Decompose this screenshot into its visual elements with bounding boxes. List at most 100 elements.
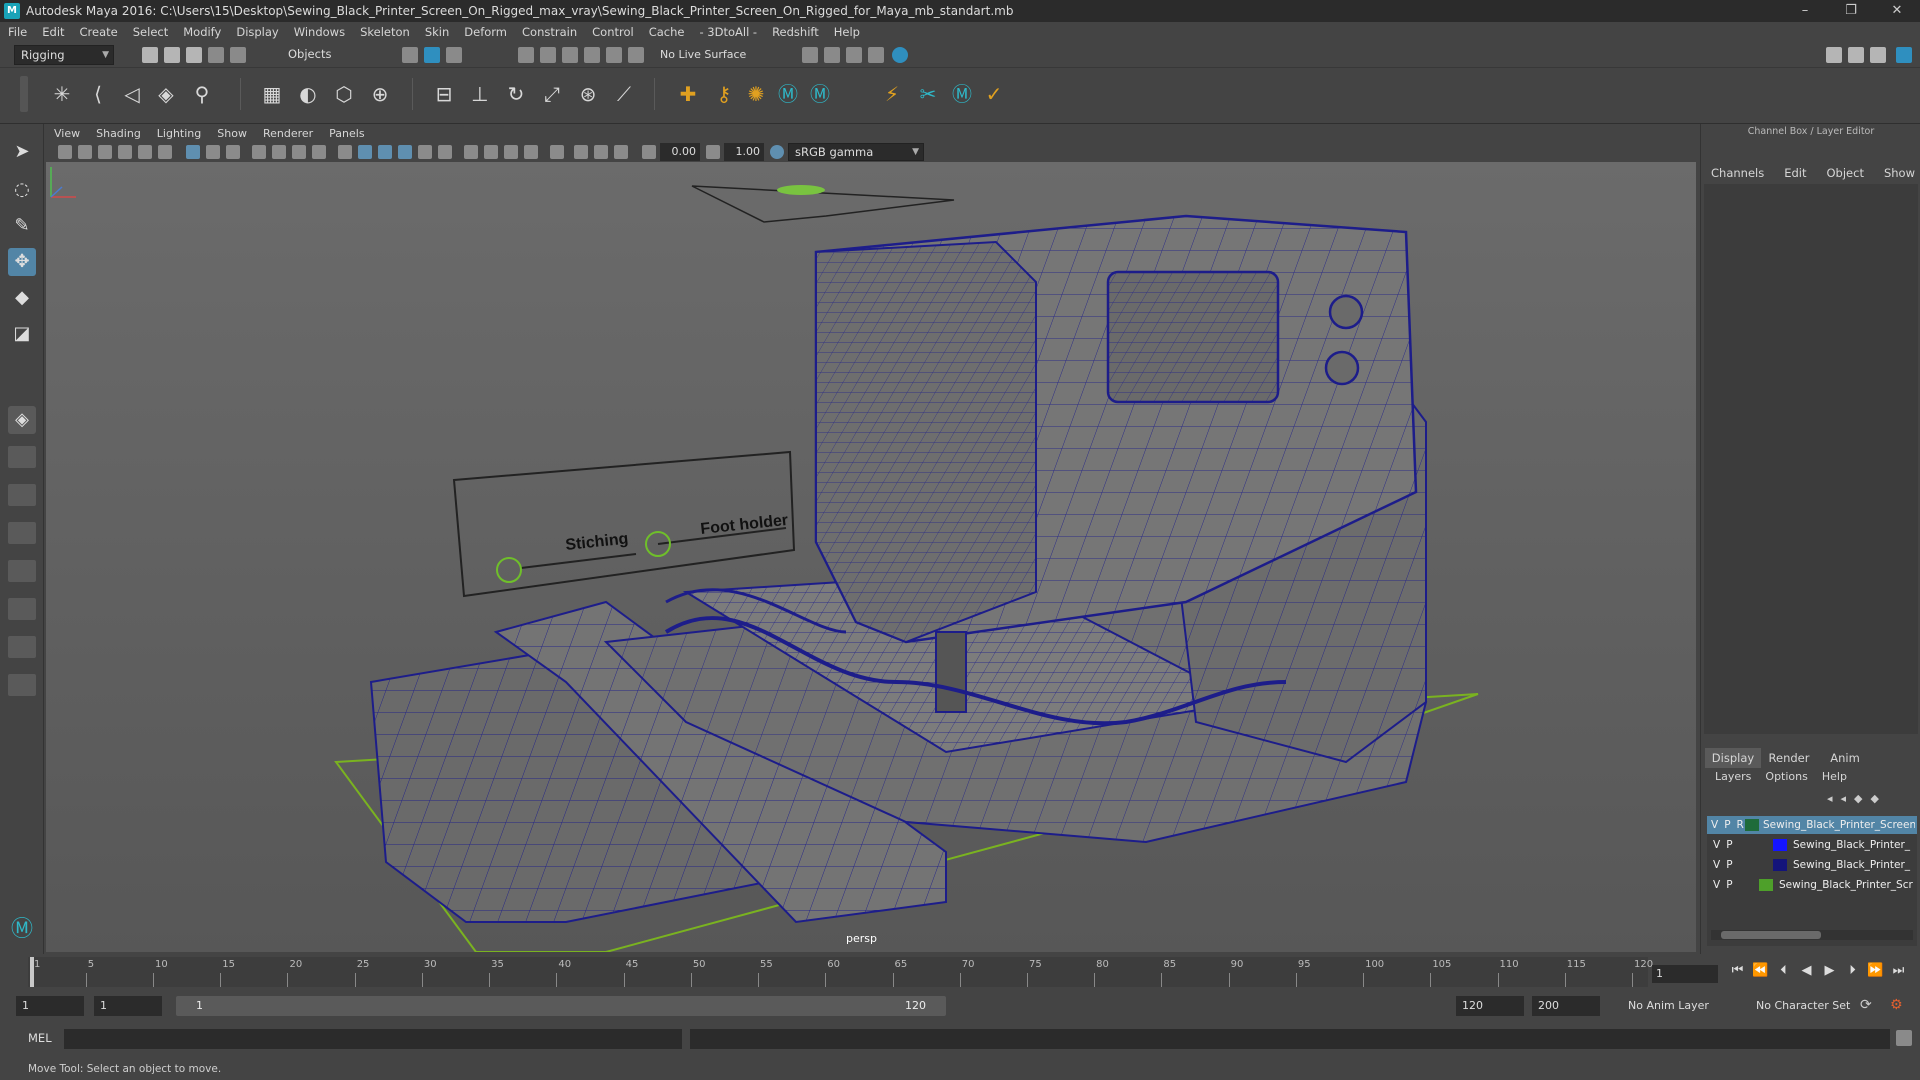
render-settings-icon[interactable]	[868, 47, 884, 63]
menu-skeleton[interactable]: Skeleton	[360, 25, 410, 39]
snap-curve-icon[interactable]	[540, 47, 556, 63]
layer-color-swatch[interactable]	[1745, 819, 1759, 831]
layer-menu-options[interactable]: Options	[1765, 770, 1807, 783]
paint-weights-icon[interactable]: ◐	[294, 80, 322, 108]
animation-end-field[interactable]: 200	[1532, 996, 1600, 1016]
channel-menu-edit[interactable]: Edit	[1784, 166, 1806, 180]
playback-end-field[interactable]: 120	[1456, 996, 1524, 1016]
render-current-icon[interactable]	[824, 47, 840, 63]
maya-icon[interactable]: Ⓜ	[948, 80, 976, 108]
snap-point-icon[interactable]	[562, 47, 578, 63]
select-tool-icon[interactable]: ➤	[8, 138, 36, 166]
new-scene-icon[interactable]	[142, 47, 158, 63]
menu-skin[interactable]: Skin	[425, 25, 449, 39]
layer-scrollbar[interactable]	[1711, 930, 1913, 940]
quick-rig-icon[interactable]: Ⓜ	[774, 80, 802, 108]
menu-select[interactable]: Select	[133, 25, 168, 39]
layer-row[interactable]: VP Sewing_Black_Printer_Scr	[1707, 876, 1917, 894]
menu-deform[interactable]: Deform	[464, 25, 507, 39]
hypershade-layout-icon[interactable]	[8, 636, 36, 658]
current-frame-field[interactable]: 1	[1652, 965, 1718, 983]
maximize-button[interactable]: ❐	[1828, 0, 1874, 22]
attribute-editor-icon[interactable]	[1848, 47, 1864, 63]
tool-settings-icon[interactable]	[1870, 47, 1886, 63]
layer-order-buttons[interactable]: ◂◂◆◆	[1827, 792, 1887, 805]
menu-help[interactable]: Help	[834, 25, 860, 39]
image-plane-icon[interactable]	[118, 145, 132, 159]
tab-render[interactable]: Render	[1761, 748, 1817, 768]
check-icon[interactable]: ✓	[980, 80, 1008, 108]
cluster-icon[interactable]: ⊕	[366, 80, 394, 108]
xray-icon[interactable]	[398, 145, 412, 159]
human-ik-icon[interactable]: Ⓜ	[806, 80, 834, 108]
panel-menu-panels[interactable]: Panels	[329, 127, 364, 140]
side-by-side-layout-icon[interactable]	[8, 484, 36, 506]
layer-color-swatch[interactable]	[1773, 839, 1787, 851]
bookmark-icon[interactable]	[98, 145, 112, 159]
modeling-toolkit-icon[interactable]	[1826, 47, 1842, 63]
custom-layout-icon[interactable]	[8, 674, 36, 696]
layer-row[interactable]: VP Sewing_Black_Printer_	[1707, 836, 1917, 854]
layer-row[interactable]: VPR Sewing_Black_Printer_Screen	[1707, 816, 1917, 834]
auto-key-icon[interactable]: ⟳	[1860, 997, 1872, 1013]
blend-shape-icon[interactable]: ⚡	[878, 80, 906, 108]
lattice-icon[interactable]: ⬡	[330, 80, 358, 108]
menuset-dropdown[interactable]: Rigging ▼	[14, 45, 114, 65]
parent-constraint-icon[interactable]: ⊟	[430, 80, 458, 108]
current-time-marker[interactable]	[30, 957, 34, 987]
film-gate-icon[interactable]	[206, 145, 220, 159]
panel-menu-renderer[interactable]: Renderer	[263, 127, 313, 140]
orient-joint-icon[interactable]: ◈	[152, 80, 180, 108]
resolution-gate-icon[interactable]	[226, 145, 240, 159]
panel-menu-view[interactable]: View	[54, 127, 80, 140]
four-pane-layout-icon[interactable]	[8, 446, 36, 468]
grid-toggle-icon[interactable]	[186, 145, 200, 159]
pole-vector-icon[interactable]: ⟋	[610, 80, 638, 108]
hik-icon[interactable]: ✺	[742, 80, 770, 108]
panel-menu-lighting[interactable]: Lighting	[157, 127, 201, 140]
menu-windows[interactable]: Windows	[294, 25, 345, 39]
menu-control[interactable]: Control	[592, 25, 634, 39]
insert-joint-icon[interactable]: ⟨	[84, 80, 112, 108]
step-forward-frame-icon[interactable]: ⏵	[1841, 963, 1864, 978]
go-to-end-icon[interactable]: ⏭	[1887, 963, 1910, 978]
render-view-icon[interactable]	[802, 47, 818, 63]
create-joint-icon[interactable]: ✳	[48, 80, 76, 108]
menu-constrain[interactable]: Constrain	[522, 25, 577, 39]
camera-select-icon[interactable]	[58, 145, 72, 159]
smooth-shade-icon[interactable]	[358, 145, 372, 159]
play-backwards-icon[interactable]: ◀	[1795, 963, 1818, 978]
panel-menu-shading[interactable]: Shading	[96, 127, 141, 140]
shelf-options-handle[interactable]	[20, 76, 28, 112]
command-input[interactable]	[64, 1029, 682, 1049]
save-scene-icon[interactable]	[186, 47, 202, 63]
graph-layout-icon[interactable]	[8, 598, 36, 620]
set-driven-key-icon[interactable]: ⚷	[710, 80, 738, 108]
layer-color-swatch[interactable]	[1759, 879, 1773, 891]
layer-row[interactable]: VP Sewing_Black_Printer_	[1707, 856, 1917, 874]
safe-title-icon[interactable]	[312, 145, 326, 159]
ambient-occlusion-icon[interactable]	[484, 145, 498, 159]
xray-joints-icon[interactable]	[418, 145, 432, 159]
panel-menu-show[interactable]: Show	[217, 127, 247, 140]
color-space-dropdown[interactable]: sRGB gamma ▼	[788, 143, 924, 161]
step-forward-key-icon[interactable]: ⏩	[1864, 963, 1887, 978]
menu-edit[interactable]: Edit	[42, 25, 64, 39]
wrap-deformer-icon[interactable]: ✂	[914, 80, 942, 108]
undo-icon[interactable]	[208, 47, 224, 63]
tab-display[interactable]: Display	[1705, 748, 1761, 768]
layer-flags[interactable]: VP	[1713, 836, 1753, 854]
menu-modify[interactable]: Modify	[183, 25, 221, 39]
snap-live-icon[interactable]	[606, 47, 622, 63]
script-language-button[interactable]: MEL	[28, 1031, 52, 1045]
exposure-icon[interactable]	[642, 145, 656, 159]
safe-action-icon[interactable]	[292, 145, 306, 159]
menu-redshift[interactable]: Redshift	[772, 25, 819, 39]
motion-blur-icon[interactable]	[504, 145, 518, 159]
scale-constraint-icon[interactable]: ⤢	[538, 80, 566, 108]
orient-constraint-icon[interactable]: ↻	[502, 80, 530, 108]
depth-of-field-icon[interactable]	[614, 145, 628, 159]
isolate-select-icon[interactable]	[550, 145, 564, 159]
bind-skin-icon[interactable]: ▦	[258, 80, 286, 108]
aim-constraint-icon[interactable]: ⊛	[574, 80, 602, 108]
